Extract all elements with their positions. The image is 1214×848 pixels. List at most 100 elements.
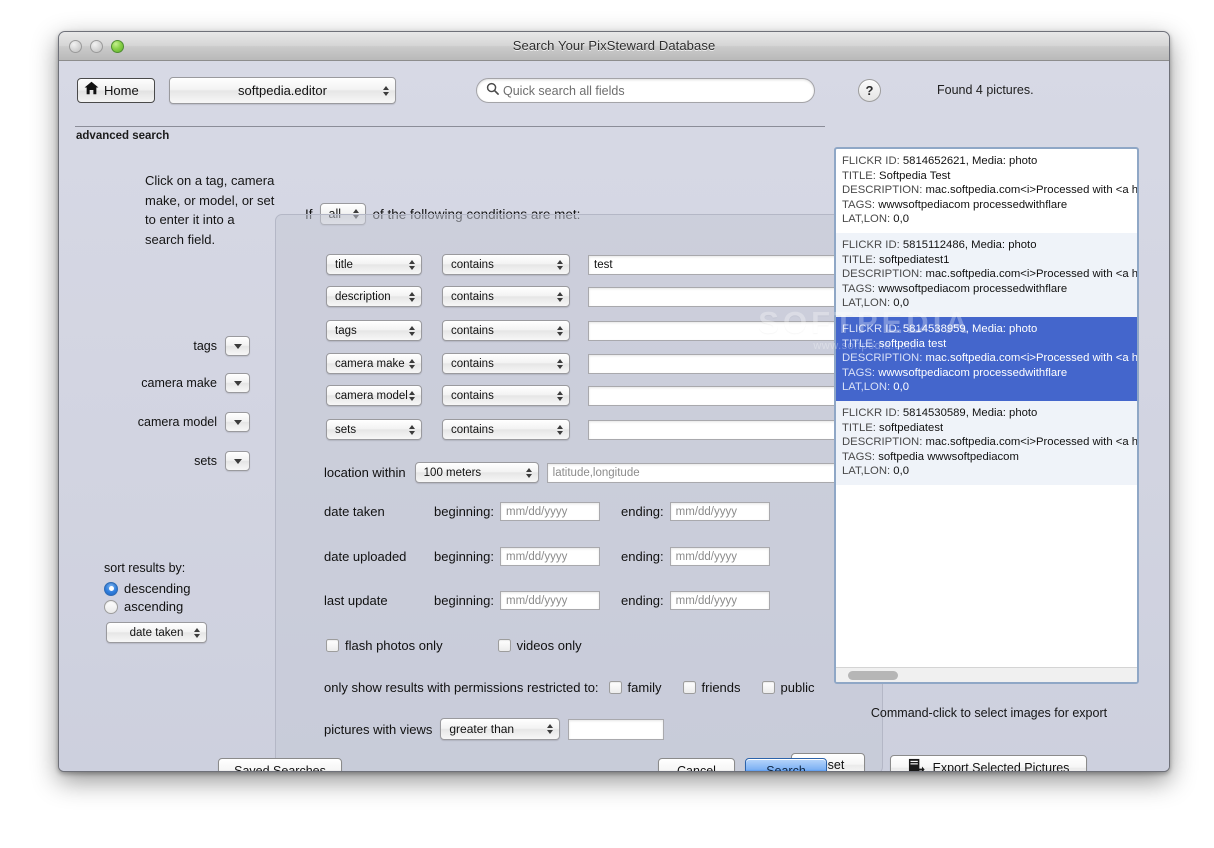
permissions-row: only show results with permissions restr… <box>324 680 815 695</box>
date-uploaded-ending-label: ending: <box>621 549 664 564</box>
condition-operator-label: contains <box>451 324 494 337</box>
location-label: location within <box>324 465 406 480</box>
views-value-input[interactable] <box>568 718 665 740</box>
condition-operator-popup[interactable]: contains <box>442 353 570 374</box>
result-desc-value: mac.softpedia.com<i>Processed with <a hr <box>925 268 1137 281</box>
search-icon <box>486 82 499 100</box>
condition-field-popup[interactable]: title <box>326 254 422 275</box>
permission-public-checkbox[interactable]: public <box>761 680 815 695</box>
result-desc-label: DESCRIPTION: <box>842 436 923 449</box>
chevron-down-icon[interactable] <box>225 336 250 356</box>
radio-selected-icon[interactable] <box>104 581 118 596</box>
checkbox-icon[interactable] <box>326 639 339 652</box>
quick-search-input[interactable]: Quick search all fields <box>476 78 815 103</box>
export-button-label: Export Selected Pictures <box>932 761 1070 772</box>
condition-field-popup[interactable]: camera make <box>326 353 422 374</box>
results-list[interactable]: FLICKR ID: 5814652621, Media: photo TITL… <box>834 147 1139 684</box>
sort-ascending-radio[interactable]: ascending <box>104 599 274 614</box>
condition-row: tags contains <box>326 320 879 341</box>
condition-field-label: title <box>335 258 353 271</box>
radio-unselected-icon[interactable] <box>104 599 118 614</box>
result-title-label: TITLE: <box>842 169 876 182</box>
flash-photos-only-checkbox[interactable]: flash photos only <box>326 638 443 653</box>
condition-field-popup[interactable]: description <box>326 286 422 307</box>
permission-friends-checkbox[interactable]: friends <box>682 680 741 695</box>
date-taken-ending-input[interactable]: mm/dd/yyyy <box>669 502 770 521</box>
last-update-ending-input[interactable]: mm/dd/yyyy <box>669 591 770 610</box>
condition-row: camera make contains <box>326 353 879 374</box>
date-uploaded-beginning-placeholder: mm/dd/yyyy <box>506 550 568 563</box>
views-operator-label: greater than <box>449 722 515 736</box>
date-taken-beginning-input[interactable]: mm/dd/yyyy <box>500 502 600 521</box>
result-latlon-label: LAT,LON: <box>842 381 891 394</box>
home-button[interactable]: Home <box>77 78 155 103</box>
condition-row: description contains <box>326 286 879 307</box>
result-id-label: FLICKR ID: <box>842 406 900 419</box>
condition-operator-popup[interactable]: contains <box>442 286 570 307</box>
location-radius-popup[interactable]: 100 meters <box>414 462 539 483</box>
condition-operator-label: contains <box>451 423 494 436</box>
last-update-ending-placeholder: mm/dd/yyyy <box>675 594 737 607</box>
date-uploaded-beginning-input[interactable]: mm/dd/yyyy <box>500 547 600 566</box>
result-item[interactable]: FLICKR ID: 5814530589, Media: photo TITL… <box>836 400 1137 485</box>
condition-operator-popup[interactable]: contains <box>442 320 570 341</box>
condition-row: sets contains <box>326 419 879 440</box>
sort-field-popup[interactable]: date taken <box>106 622 207 643</box>
checkbox-icon[interactable] <box>497 639 511 652</box>
result-title-label: TITLE: <box>842 253 876 266</box>
result-item-selected[interactable]: FLICKR ID: 5814538959, Media: photo TITL… <box>836 316 1137 401</box>
help-button[interactable]: ? <box>858 79 881 102</box>
chevron-down-icon[interactable] <box>225 451 250 471</box>
condition-value-text: test <box>594 258 613 271</box>
window-titlebar[interactable]: Search Your PixSteward Database <box>59 32 1169 61</box>
videos-only-checkbox[interactable]: videos only <box>497 638 582 653</box>
account-popup[interactable]: softpedia.editor <box>169 77 396 104</box>
result-item[interactable]: FLICKR ID: 5814652621, Media: photo TITL… <box>836 149 1137 233</box>
checkbox-icon[interactable] <box>761 681 775 694</box>
checkbox-icon[interactable] <box>608 681 622 694</box>
condition-field-popup[interactable]: tags <box>326 320 422 341</box>
date-taken-label: date taken <box>324 504 385 519</box>
result-title-label: TITLE: <box>842 337 876 350</box>
condition-operator-popup[interactable]: contains <box>442 385 570 406</box>
result-item[interactable]: FLICKR ID: 5815112486, Media: photo TITL… <box>836 232 1137 317</box>
home-button-label: Home <box>104 83 139 98</box>
search-button[interactable]: Search <box>745 758 827 771</box>
sidebar-picker-camera-make[interactable]: camera make <box>75 373 250 393</box>
results-horizontal-scrollbar[interactable] <box>836 667 1137 682</box>
date-uploaded-ending-input[interactable]: mm/dd/yyyy <box>669 547 770 566</box>
export-selected-pictures-button[interactable]: Export Selected Pictures <box>890 755 1087 772</box>
toolbar: Home softpedia.editor Quick search all f… <box>59 61 1169 108</box>
condition-field-popup[interactable]: camera model <box>326 385 422 406</box>
saved-searches-button[interactable]: Saved Searches <box>218 758 342 771</box>
date-taken-row: date taken beginning: mm/dd/yyyy ending:… <box>324 502 770 521</box>
sidebar-picker-sets[interactable]: sets <box>75 451 250 471</box>
condition-operator-popup[interactable]: contains <box>442 419 570 440</box>
result-latlon-value: 0,0 <box>893 465 909 478</box>
checkbox-icon[interactable] <box>682 681 696 694</box>
chevron-updown-icon <box>409 291 415 302</box>
permission-family-checkbox[interactable]: family <box>608 680 662 695</box>
views-operator-popup[interactable]: greater than <box>440 718 561 740</box>
result-title-label: TITLE: <box>842 421 876 434</box>
condition-operator-popup[interactable]: contains <box>442 254 570 275</box>
sort-descending-radio[interactable]: descending <box>104 581 274 596</box>
location-coords-placeholder: latitude,longitude <box>552 466 640 479</box>
condition-field-label: tags <box>335 324 357 337</box>
screenshot-root: Search Your PixSteward Database Home sof… <box>0 0 1214 848</box>
chevron-down-icon[interactable] <box>225 373 250 393</box>
chevron-down-icon[interactable] <box>225 412 250 432</box>
last-update-beginning-input[interactable]: mm/dd/yyyy <box>500 591 600 610</box>
cancel-button[interactable]: Cancel <box>658 758 735 771</box>
views-label: pictures with views <box>324 721 433 737</box>
permission-friends-label: friends <box>701 680 741 695</box>
sidebar-picker-camera-model[interactable]: camera model <box>75 412 250 432</box>
condition-field-popup[interactable]: sets <box>326 419 422 440</box>
location-coords-input[interactable]: latitude,longitude <box>546 462 838 483</box>
chevron-updown-icon <box>557 291 563 302</box>
scrollbar-thumb[interactable] <box>848 671 898 680</box>
result-desc-label: DESCRIPTION: <box>842 268 923 281</box>
result-title-value: softpediatest1 <box>879 253 950 266</box>
sidebar-picker-tags[interactable]: tags <box>75 336 250 356</box>
permissions-label: only show results with permissions restr… <box>324 680 599 695</box>
